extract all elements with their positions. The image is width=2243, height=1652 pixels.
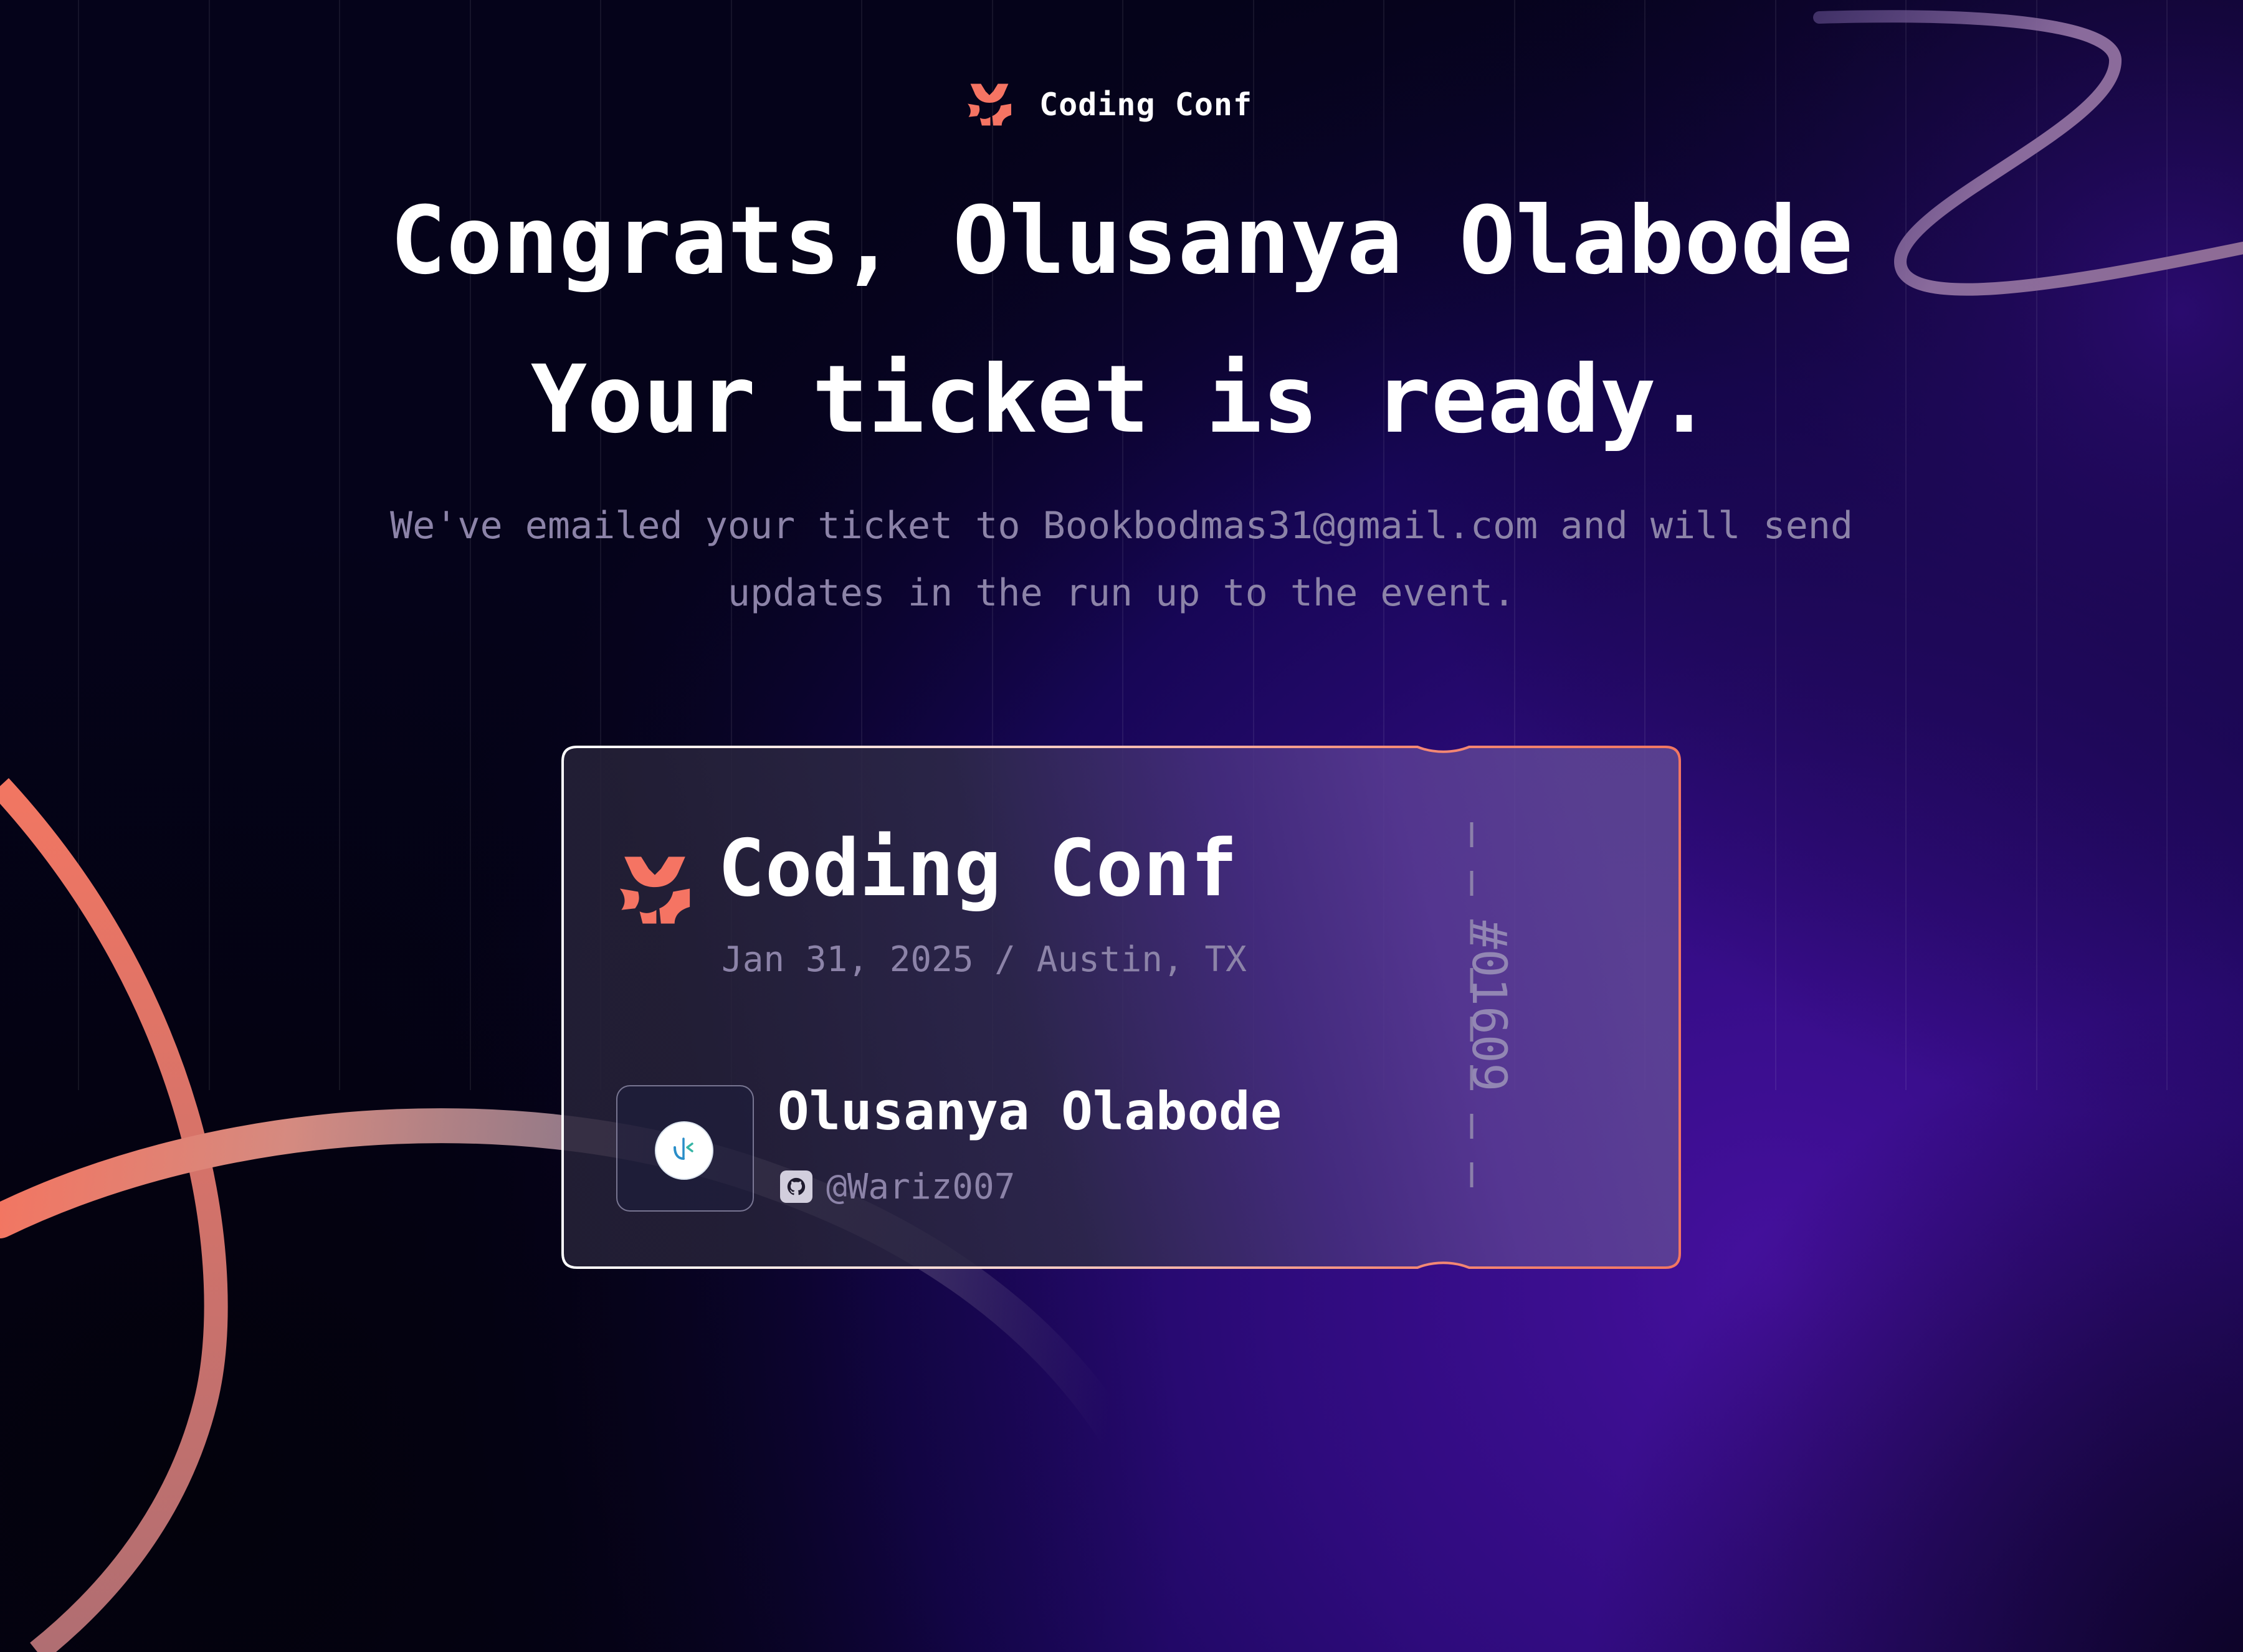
- ticket-date-location: Jan 31, 2025 / Austin, TX: [721, 939, 1247, 980]
- github-handle: @Wariz007: [826, 1166, 1016, 1207]
- ticket-event-name: Coding Conf: [718, 822, 1238, 914]
- email-confirmation-line-1: We've emailed your ticket to Bookbodmas3…: [390, 504, 1853, 548]
- github-icon: [780, 1170, 812, 1203]
- avatar-glyph: [674, 1137, 693, 1160]
- attendee-name: Olusanya Olabode: [778, 1081, 1282, 1142]
- github-profile[interactable]: @Wariz007: [780, 1166, 1016, 1207]
- avatar: [616, 1085, 754, 1212]
- header-logo[interactable]: Coding Conf: [966, 80, 1252, 130]
- ticket-logo-icon: [619, 857, 690, 924]
- brand-name: Coding Conf: [1039, 87, 1253, 123]
- ticket-number: #01609: [1462, 920, 1517, 1092]
- email-confirmation-text: We've emailed your ticket to Bookbodmas3…: [0, 492, 2243, 627]
- avatar-icon: [655, 1121, 713, 1180]
- coding-conf-logo-icon: [968, 83, 1011, 126]
- ticket-ready-heading: Your ticket is ready.: [530, 346, 1713, 454]
- github-glyph: [787, 1177, 806, 1195]
- ticket-card: Coding Conf Jan 31, 2025 / Austin, TX Ol…: [561, 744, 1682, 1270]
- congrats-heading: Congrats, Olusanya Olabode: [390, 187, 1853, 295]
- email-confirmation-line-2: updates in the run up to the event.: [727, 571, 1516, 615]
